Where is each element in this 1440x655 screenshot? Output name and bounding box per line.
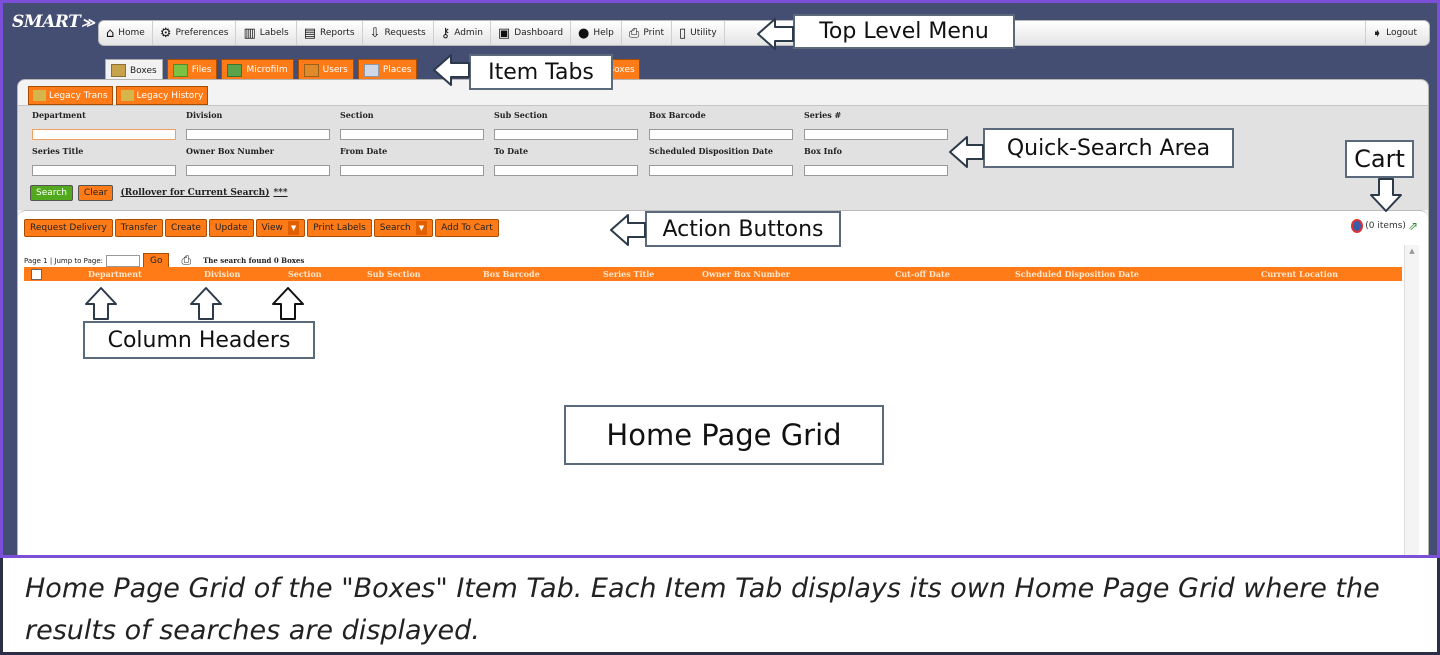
caption-box: Home Page Grid of the "Boxes" Item Tab. … bbox=[0, 558, 1440, 655]
arrow-icon bbox=[433, 54, 470, 86]
app-frame: SMART≫ ⌂ Home ⚙ Preferences ▥ Labels ▤ Reports ⇩… bbox=[0, 0, 1440, 558]
arrow-icon bbox=[85, 287, 117, 320]
arrow-icon bbox=[757, 18, 794, 50]
arrow-icon bbox=[949, 136, 984, 168]
arrow-icon bbox=[1370, 178, 1402, 212]
arrow-icon bbox=[272, 287, 304, 320]
annotation-arrows bbox=[85, 18, 1402, 320]
caption-text: Home Page Grid of the "Boxes" Item Tab. … bbox=[25, 573, 1380, 646]
arrow-icon bbox=[190, 287, 222, 320]
arrow-icon bbox=[610, 214, 646, 246]
